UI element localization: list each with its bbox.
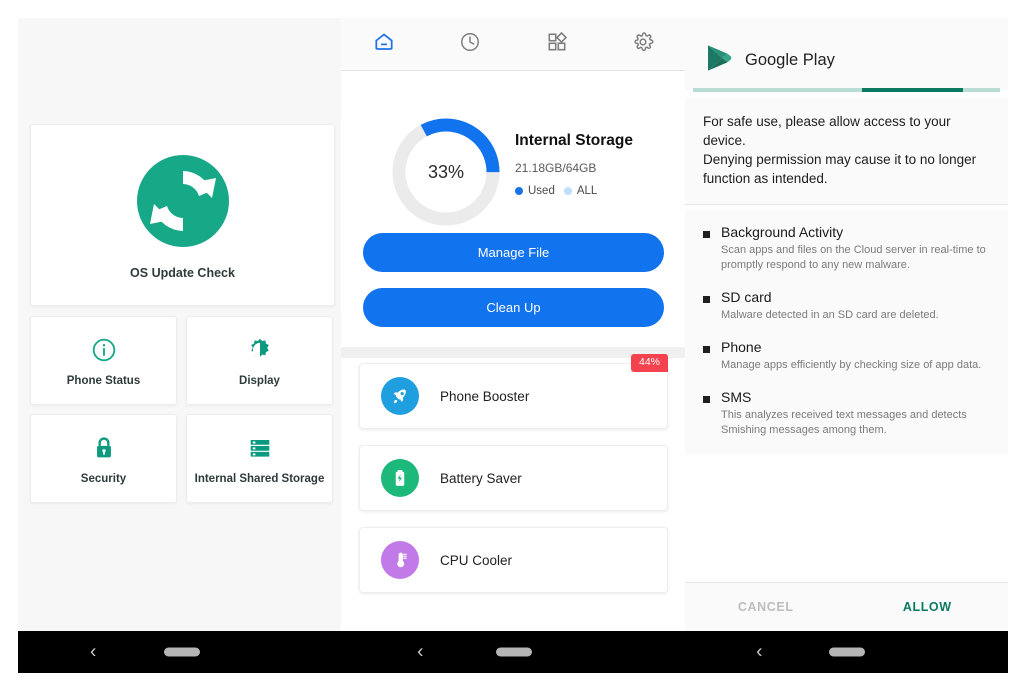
clock-history-icon xyxy=(459,31,481,58)
screenshot-root: OS Update Check Phone Status Display Sec… xyxy=(0,0,1020,691)
back-icon[interactable]: ‹ xyxy=(90,643,96,662)
tile-label: Display xyxy=(239,375,280,387)
permission-item-sms: SMS This analyzes received text messages… xyxy=(703,389,990,438)
back-icon[interactable]: ‹ xyxy=(756,643,762,662)
bullet-square-icon xyxy=(703,396,710,403)
tab-settings[interactable] xyxy=(600,18,686,70)
permission-item-phone: Phone Manage apps efficiently by checkin… xyxy=(703,339,990,373)
tool-list: Phone Booster 44% Battery Saver CPU Cool… xyxy=(341,354,686,609)
permission-title: Phone xyxy=(721,339,762,355)
refresh-sync-icon xyxy=(133,151,233,256)
battery-icon xyxy=(381,459,419,497)
android-navbar: ‹ xyxy=(18,631,345,673)
dialog-message-line1: For safe use, please allow access to you… xyxy=(703,114,951,148)
manage-file-button[interactable]: Manage File xyxy=(363,233,664,272)
bullet-square-icon xyxy=(703,346,710,353)
bullet-square-icon xyxy=(703,231,710,238)
brightness-icon xyxy=(247,334,273,366)
cancel-button[interactable]: CANCEL xyxy=(685,600,847,614)
progress-bar xyxy=(693,88,1000,92)
allow-button[interactable]: ALLOW xyxy=(847,600,1009,614)
storage-legend: Used ALL xyxy=(515,185,597,197)
progress-bar-segment xyxy=(861,88,964,92)
tab-home[interactable] xyxy=(341,18,427,70)
tile-internal-shared-storage[interactable]: Internal Shared Storage xyxy=(186,414,333,503)
legend-label: Used xyxy=(528,185,555,197)
list-item-battery-saver[interactable]: Battery Saver xyxy=(359,445,668,511)
os-update-check-label: OS Update Check xyxy=(130,265,235,280)
home-pill-icon[interactable] xyxy=(163,647,200,657)
android-navbar: ‹ xyxy=(341,631,686,673)
permission-description: Manage apps efficiently by checking size… xyxy=(721,359,982,371)
legend-item-all: ALL xyxy=(563,185,598,197)
legend-dot-used xyxy=(515,187,523,195)
permission-title: Background Activity xyxy=(721,224,844,240)
tile-phone-status[interactable]: Phone Status xyxy=(30,316,177,405)
tab-history[interactable] xyxy=(427,18,513,70)
permission-description: Scan apps and files on the Cloud server … xyxy=(721,244,986,271)
storage-percent-label: 33% xyxy=(427,161,465,182)
tile-label: Phone Status xyxy=(66,375,141,387)
app-identity: Google Play xyxy=(706,44,835,77)
clean-up-button[interactable]: Clean Up xyxy=(363,288,664,327)
legend-label: ALL xyxy=(576,185,598,197)
tile-display[interactable]: Display xyxy=(186,316,333,405)
home-icon xyxy=(373,31,395,58)
permission-title: SMS xyxy=(721,389,752,405)
dialog-message: For safe use, please allow access to you… xyxy=(685,98,1008,205)
phone-panel-left: OS Update Check Phone Status Display Sec… xyxy=(18,18,345,673)
google-play-icon xyxy=(706,44,732,77)
list-item-label: CPU Cooler xyxy=(440,552,513,568)
permission-title: SD card xyxy=(721,289,772,305)
back-icon[interactable]: ‹ xyxy=(417,643,423,662)
permission-description: Malware detected in an SD card are delet… xyxy=(721,309,939,321)
phone-panel-right: Google Play For safe use, please allow a… xyxy=(685,18,1008,673)
storage-title: Internal Storage xyxy=(515,132,633,149)
os-update-check-card[interactable]: OS Update Check xyxy=(30,124,335,306)
dialog-message-line2: Denying permission may cause it to no lo… xyxy=(703,152,977,186)
dialog-header: Google Play xyxy=(685,18,1008,90)
app-name: Google Play xyxy=(745,51,835,69)
tile-security[interactable]: Security xyxy=(30,414,177,503)
home-pill-icon[interactable] xyxy=(828,647,865,657)
legend-item-used: Used xyxy=(515,185,555,197)
bottom-tabbar xyxy=(341,18,686,71)
legend-dot-all xyxy=(563,187,572,195)
list-item-label: Battery Saver xyxy=(440,470,522,486)
list-item-phone-booster[interactable]: Phone Booster 44% xyxy=(359,354,668,429)
list-item-label: Phone Booster xyxy=(440,388,530,404)
tile-label: Internal Shared Storage xyxy=(194,473,325,485)
left-tile-grid: Phone Status Display Security Internal S… xyxy=(30,316,333,503)
phone-panel-middle: 33% Internal Storage 21.18GB/64GB Used A… xyxy=(341,18,686,673)
thermometer-icon xyxy=(381,541,419,579)
tab-apps[interactable] xyxy=(514,18,600,70)
bullet-square-icon xyxy=(703,296,710,303)
apps-grid-icon xyxy=(546,31,568,58)
storage-server-icon xyxy=(247,432,273,464)
home-pill-icon[interactable] xyxy=(495,647,532,657)
permission-item-sd-card: SD card Malware detected in an SD card a… xyxy=(703,289,990,323)
status-badge: 44% xyxy=(630,354,668,372)
rocket-booster-icon xyxy=(381,377,419,415)
gear-settings-icon xyxy=(632,31,654,58)
permission-item-background-activity: Background Activity Scan apps and files … xyxy=(703,224,990,273)
permission-list: Background Activity Scan apps and files … xyxy=(685,210,1008,454)
storage-capacity: 21.18GB/64GB xyxy=(515,161,597,175)
list-item-cpu-cooler[interactable]: CPU Cooler xyxy=(359,527,668,593)
dialog-actions: CANCEL ALLOW xyxy=(685,582,1008,631)
info-circle-icon xyxy=(91,334,117,366)
tile-label: Security xyxy=(80,473,127,485)
android-navbar: ‹ xyxy=(685,631,1008,673)
permission-description: This analyzes received text messages and… xyxy=(721,409,967,436)
storage-donut-chart: 33% xyxy=(389,115,503,229)
lock-icon xyxy=(91,432,117,464)
